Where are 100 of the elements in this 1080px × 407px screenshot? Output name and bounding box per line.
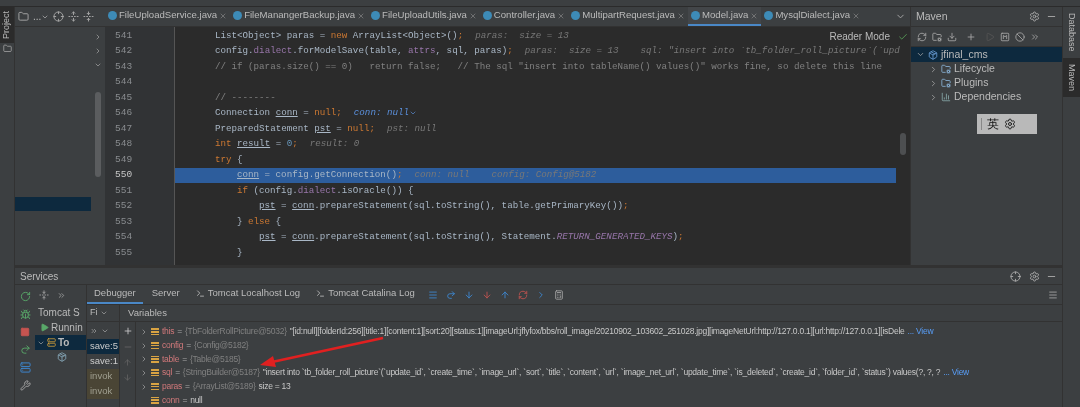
ime-toolbar[interactable]: 英	[976, 114, 1037, 134]
collapse-icon[interactable]	[39, 290, 49, 300]
editor-tab[interactable]: Model.java	[687, 7, 762, 26]
project-tool-tab[interactable]: Project	[0, 7, 14, 43]
settings-icon[interactable]	[1003, 118, 1016, 130]
deploy-icon[interactable]	[19, 344, 31, 355]
tool-window-tab[interactable]: Database	[1063, 7, 1080, 58]
equals-sign: =	[182, 352, 187, 366]
folder-icon[interactable]	[18, 11, 29, 22]
move-down-icon[interactable]	[123, 373, 132, 382]
editor-tab[interactable]: FileUploadService.java	[105, 7, 231, 26]
debugger-tab[interactable]: Debugger	[87, 285, 143, 304]
settings-icon[interactable]	[1029, 11, 1040, 22]
service-tree-item[interactable]: Tomcat S	[35, 305, 86, 320]
editor-tab[interactable]: FileManangerBackup.java	[230, 7, 369, 26]
variable-name: this	[162, 325, 175, 339]
code-token: =	[280, 230, 288, 245]
locate-icon[interactable]	[53, 11, 65, 22]
close-icon[interactable]	[852, 11, 861, 20]
variable-type: {StringBuilder@5187}	[182, 366, 260, 380]
refresh-icon[interactable]	[917, 31, 927, 42]
view-link[interactable]: ... View	[943, 366, 969, 380]
panel-title: Variables	[128, 305, 167, 320]
editor-tab[interactable]: MysqlDialect.java	[761, 7, 864, 26]
rerun-icon[interactable]	[19, 291, 31, 302]
code-token: conn	[292, 230, 315, 245]
settings-icon[interactable]	[1029, 270, 1040, 282]
close-icon[interactable]	[750, 11, 759, 20]
code-token: conn	[237, 168, 260, 183]
service-tree-item[interactable]: Runnin	[35, 320, 86, 335]
artifact-icon[interactable]	[57, 352, 67, 362]
view-link[interactable]: ... View	[907, 325, 934, 339]
more-icon[interactable]	[1030, 31, 1040, 42]
close-icon[interactable]	[219, 11, 228, 20]
expand-all-icon[interactable]	[68, 11, 80, 22]
service-tree-item[interactable]: To	[35, 335, 86, 350]
scrollbar-thumb[interactable]	[900, 133, 906, 155]
code-token: ;	[292, 137, 298, 152]
close-icon[interactable]	[468, 11, 477, 20]
maven-goal-icon[interactable]	[1000, 31, 1010, 42]
scrollbar-thumb[interactable]	[95, 92, 101, 177]
code-token: Connection	[215, 106, 272, 121]
step-into-icon[interactable]	[463, 289, 474, 300]
step-out-icon[interactable]	[499, 289, 510, 300]
editor-tab[interactable]: Controller.java	[479, 7, 569, 26]
drop-frame-icon[interactable]	[517, 289, 528, 300]
equals-sign: =	[182, 393, 188, 407]
editor-tab[interactable]: FileUploadUtils.java	[368, 7, 480, 26]
add-icon[interactable]	[122, 326, 133, 336]
stack-frame[interactable]: invok	[87, 369, 119, 384]
collapse-all-icon[interactable]	[83, 11, 95, 22]
chevron-down-icon[interactable]	[916, 50, 925, 59]
download-icon[interactable]	[947, 31, 957, 42]
code-comment: // if (paras.size() == 0) return false; // The sql "insert into tableName() values()" works fine, so delete this line	[215, 59, 883, 74]
line-number: 542	[115, 44, 133, 59]
add-icon[interactable]	[966, 31, 976, 42]
code-token: null;	[314, 106, 342, 121]
force-step-into-icon[interactable]	[481, 289, 492, 300]
menu-icon[interactable]	[427, 289, 438, 300]
calculator-icon[interactable]	[553, 289, 564, 300]
code-token: .forModelSave(table,	[292, 44, 404, 59]
stack-frame[interactable]: invok	[87, 384, 119, 399]
check-icon[interactable]	[898, 31, 908, 42]
more-icon[interactable]	[90, 326, 98, 335]
variable-value: "insert into `tb_folder_roll_picture`(`update_id`, `create_time`, `image_url`, `sort`, `title`, `content`, `url`, `image_net_url`, `update_time`, `is_deleted`, `create_id`, `folder_id`, `status`) values(?, ?, ?	[262, 366, 941, 380]
bug-icon[interactable]	[19, 309, 31, 320]
code-token: .prepareStatement(sql.toString(), Statement.	[314, 230, 557, 245]
debugger-tab[interactable]: Tomcat Catalina Log	[309, 285, 422, 304]
folder-icon[interactable]	[2, 44, 12, 53]
code-token: pst	[314, 121, 331, 136]
frames-filter-dropdown[interactable]: Fi	[87, 305, 119, 322]
step-over-icon[interactable]	[445, 289, 456, 300]
stack-frame[interactable]: save:5	[87, 339, 119, 354]
tool-window-tab[interactable]: Maven	[1063, 57, 1080, 97]
panel-title: Maven	[916, 8, 949, 24]
toggle-offline-icon[interactable]	[1015, 31, 1025, 42]
close-icon[interactable]	[357, 11, 366, 20]
code-token: dialect	[253, 44, 293, 59]
settings-icon[interactable]	[19, 380, 31, 391]
folder-gear-icon[interactable]	[932, 31, 942, 42]
code-token: =	[274, 137, 283, 152]
more-icon[interactable]	[57, 290, 66, 300]
tree-item[interactable]: jfinal_cms	[911, 47, 1062, 62]
close-icon[interactable]	[557, 11, 566, 20]
stack-frame[interactable]: save:1	[87, 354, 119, 369]
tree-item[interactable]: Plugins	[911, 76, 1062, 90]
debugger-tab[interactable]: Server	[144, 285, 187, 304]
locate-icon[interactable]	[1010, 270, 1021, 282]
editor-tab[interactable]: MultipartRequest.java	[568, 7, 688, 26]
code-token: ;	[457, 28, 464, 43]
tree-item[interactable]: Dependencies	[911, 90, 1062, 104]
debugger-tab[interactable]: Tomcat Localhost Log	[188, 285, 308, 304]
layout-icon[interactable]	[1048, 289, 1058, 300]
close-icon[interactable]	[676, 11, 685, 20]
move-up-icon[interactable]	[123, 358, 132, 367]
stop-icon[interactable]	[20, 327, 30, 337]
server-icon[interactable]	[19, 362, 31, 373]
code-token: ;	[678, 230, 684, 245]
project-view-dropdown[interactable]: ...	[33, 9, 50, 24]
tree-item[interactable]: Lifecycle	[911, 62, 1062, 76]
